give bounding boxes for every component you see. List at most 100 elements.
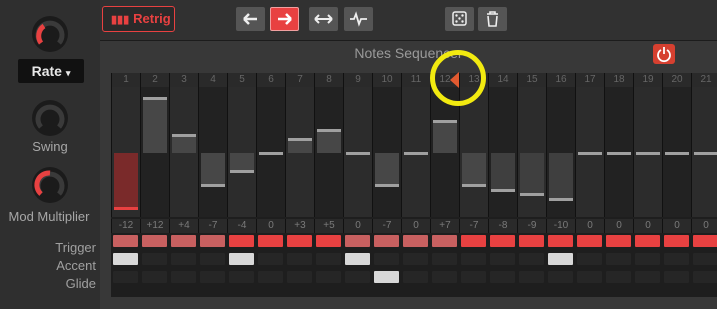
accent-cell[interactable]	[461, 253, 486, 265]
glide-cell[interactable]	[200, 271, 225, 283]
glide-cell[interactable]	[432, 271, 457, 283]
step-pitch-slider[interactable]	[256, 87, 285, 217]
rate-dropdown[interactable]: Rate ▾	[18, 59, 84, 83]
step-pitch-slider[interactable]	[691, 87, 717, 217]
glide-cell[interactable]	[113, 271, 138, 283]
glide-cell[interactable]	[229, 271, 254, 283]
glide-cell[interactable]	[171, 271, 196, 283]
accent-cell[interactable]	[142, 253, 167, 265]
accent-cell[interactable]	[374, 253, 399, 265]
glide-cell[interactable]	[142, 271, 167, 283]
trigger-cell[interactable]	[142, 235, 167, 247]
accent-cell[interactable]	[490, 253, 515, 265]
glide-cell[interactable]	[403, 271, 428, 283]
trigger-cell[interactable]	[113, 235, 138, 247]
trigger-cell[interactable]	[577, 235, 602, 247]
trigger-row-label: Trigger	[55, 240, 96, 255]
direction-pingpong-button[interactable]	[309, 7, 338, 31]
accent-cell[interactable]	[229, 253, 254, 265]
step-pitch-slider[interactable]	[430, 87, 459, 217]
trigger-cell[interactable]	[461, 235, 486, 247]
step-pitch-slider[interactable]	[662, 87, 691, 217]
accent-cell[interactable]	[606, 253, 631, 265]
glide-cell[interactable]	[461, 271, 486, 283]
step-pitch-slider[interactable]	[285, 87, 314, 217]
trigger-cell[interactable]	[664, 235, 689, 247]
step-pitch-slider[interactable]	[604, 87, 633, 217]
accent-cell[interactable]	[316, 253, 341, 265]
direction-forward-button[interactable]	[270, 7, 299, 31]
accent-cell[interactable]	[519, 253, 544, 265]
glide-cell[interactable]	[345, 271, 370, 283]
pitch-bar	[230, 153, 254, 172]
glide-cell[interactable]	[519, 271, 544, 283]
clear-button[interactable]	[478, 7, 507, 31]
glide-cell[interactable]	[548, 271, 573, 283]
trigger-cell[interactable]	[229, 235, 254, 247]
glide-cell[interactable]	[577, 271, 602, 283]
accent-cell[interactable]	[171, 253, 196, 265]
step-pitch-slider[interactable]	[314, 87, 343, 217]
accent-cell[interactable]	[258, 253, 283, 265]
direction-backward-button[interactable]	[236, 7, 265, 31]
trigger-cell[interactable]	[635, 235, 660, 247]
swing-knob[interactable]	[32, 100, 68, 136]
trigger-cell[interactable]	[345, 235, 370, 247]
step-pitch-slider[interactable]	[343, 87, 372, 217]
glide-cell[interactable]	[490, 271, 515, 283]
direction-random-button[interactable]	[344, 7, 373, 31]
glide-cell[interactable]	[693, 271, 717, 283]
glide-cell[interactable]	[258, 271, 283, 283]
trigger-cell[interactable]	[316, 235, 341, 247]
trigger-cell[interactable]	[490, 235, 515, 247]
pitch-handle	[230, 170, 254, 174]
glide-cell[interactable]	[374, 271, 399, 283]
glide-cell[interactable]	[606, 271, 631, 283]
accent-cell[interactable]	[200, 253, 225, 265]
step-pitch-slider[interactable]	[140, 87, 169, 217]
step-pitch-slider[interactable]	[517, 87, 546, 217]
step-pitch-slider[interactable]	[459, 87, 488, 217]
trigger-cell[interactable]	[403, 235, 428, 247]
accent-cell[interactable]	[113, 253, 138, 265]
trigger-cell[interactable]	[287, 235, 312, 247]
step-pitch-slider[interactable]	[488, 87, 517, 217]
trigger-cell[interactable]	[606, 235, 631, 247]
trigger-cell[interactable]	[548, 235, 573, 247]
accent-cell[interactable]	[664, 253, 689, 265]
retrig-button[interactable]: ▮▮▮ Retrig	[102, 6, 175, 32]
trigger-cell[interactable]	[200, 235, 225, 247]
glide-cell[interactable]	[635, 271, 660, 283]
dice-icon	[452, 11, 467, 26]
power-button[interactable]	[653, 44, 675, 64]
trigger-cell[interactable]	[374, 235, 399, 247]
step-pitch-slider[interactable]	[575, 87, 604, 217]
accent-cell[interactable]	[577, 253, 602, 265]
accent-cell[interactable]	[403, 253, 428, 265]
rate-knob[interactable]	[32, 16, 68, 52]
trigger-cell[interactable]	[432, 235, 457, 247]
glide-cell[interactable]	[316, 271, 341, 283]
accent-cell[interactable]	[548, 253, 573, 265]
step-pitch-slider[interactable]	[401, 87, 430, 217]
step-pitch-slider[interactable]	[633, 87, 662, 217]
trigger-cell[interactable]	[693, 235, 717, 247]
step-pitch-slider[interactable]	[227, 87, 256, 217]
accent-cell[interactable]	[432, 253, 457, 265]
accent-cell[interactable]	[287, 253, 312, 265]
step-pitch-slider[interactable]	[372, 87, 401, 217]
glide-cell[interactable]	[287, 271, 312, 283]
accent-cell[interactable]	[693, 253, 717, 265]
mod-multiplier-knob[interactable]	[32, 167, 68, 203]
trigger-cell[interactable]	[258, 235, 283, 247]
trigger-cell[interactable]	[519, 235, 544, 247]
randomize-button[interactable]	[445, 7, 474, 31]
step-pitch-slider[interactable]	[169, 87, 198, 217]
step-pitch-slider[interactable]	[546, 87, 575, 217]
glide-cell[interactable]	[664, 271, 689, 283]
step-pitch-slider[interactable]	[111, 87, 140, 217]
step-pitch-slider[interactable]	[198, 87, 227, 217]
accent-cell[interactable]	[345, 253, 370, 265]
accent-cell[interactable]	[635, 253, 660, 265]
trigger-cell[interactable]	[171, 235, 196, 247]
